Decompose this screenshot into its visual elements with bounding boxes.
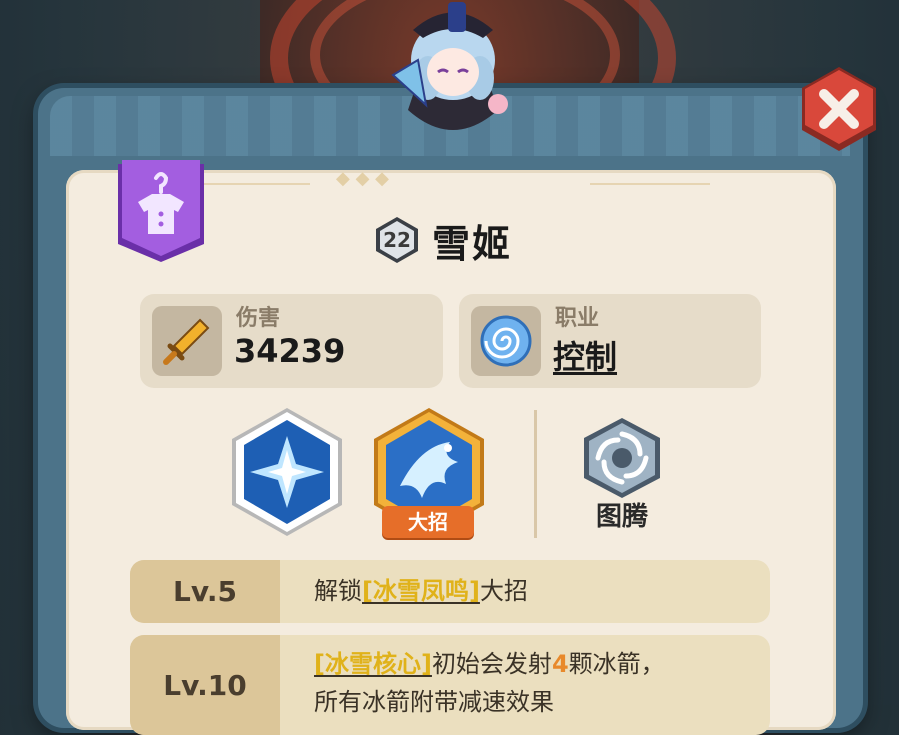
unlock-text-mid: 初始会发射: [431, 650, 552, 678]
unlock-description-line2: 所有冰箭附带减速效果: [314, 688, 554, 716]
ultimate-tag: 大招: [382, 506, 474, 538]
vortex-icon: [584, 418, 660, 498]
damage-stat-card: 伤害 34239: [140, 294, 443, 388]
swirl-icon: [480, 315, 532, 367]
sword-icon: [163, 318, 210, 365]
unlock-count: 4: [551, 650, 569, 678]
class-stat-card: 职业 控制: [459, 294, 761, 388]
unlock-skill-link[interactable]: [冰雪凤鸣]: [362, 577, 480, 605]
unlock-skill-link[interactable]: [冰雪核心]: [314, 650, 432, 678]
unlock-level-tag: Lv.5: [130, 560, 280, 623]
wardrobe-button[interactable]: [112, 158, 210, 268]
decor-diamonds: ◆ ◆ ◆: [336, 168, 389, 189]
unlock-description: [冰雪核心]初始会发射4颗冰箭，: [314, 647, 665, 681]
class-label: 职业: [555, 306, 600, 331]
hero-portrait: [388, 0, 518, 140]
damage-icon-box: [152, 306, 222, 376]
totem-label: 图腾: [595, 502, 648, 532]
skill-button-1[interactable]: [228, 406, 346, 538]
unlock-row: Lv.10 [冰雪核心]初始会发射4颗冰箭， 所有冰箭附带减速效果: [130, 635, 770, 735]
class-icon-box: [471, 306, 541, 376]
shirt-hanger-icon: [118, 160, 204, 262]
unlock-text-pre: 解锁: [314, 577, 362, 605]
decor-line-right: [590, 183, 710, 185]
damage-label: 伤害: [236, 306, 281, 331]
damage-value: 34239: [234, 332, 346, 370]
unlock-row: Lv.5 解锁[冰雪凤鸣]大招: [130, 560, 770, 623]
class-value[interactable]: 控制: [553, 332, 617, 378]
skills-divider: [534, 410, 537, 538]
level-badge: 22: [372, 215, 422, 265]
ice-crystal-icon: [232, 408, 342, 536]
unlock-text-post: 颗冰箭，: [568, 650, 665, 678]
close-icon: [802, 67, 876, 151]
totem-button[interactable]: [580, 416, 664, 500]
hero-title: 22 雪姬: [372, 214, 512, 266]
unlock-level-tag: Lv.10: [130, 635, 280, 735]
unlock-text-post: 大招: [479, 577, 528, 605]
hero-level: 22: [383, 228, 411, 252]
hero-name: 雪姬: [432, 221, 513, 266]
close-button[interactable]: [796, 64, 882, 154]
unlock-description: 解锁[冰雪凤鸣]大招: [314, 574, 528, 608]
